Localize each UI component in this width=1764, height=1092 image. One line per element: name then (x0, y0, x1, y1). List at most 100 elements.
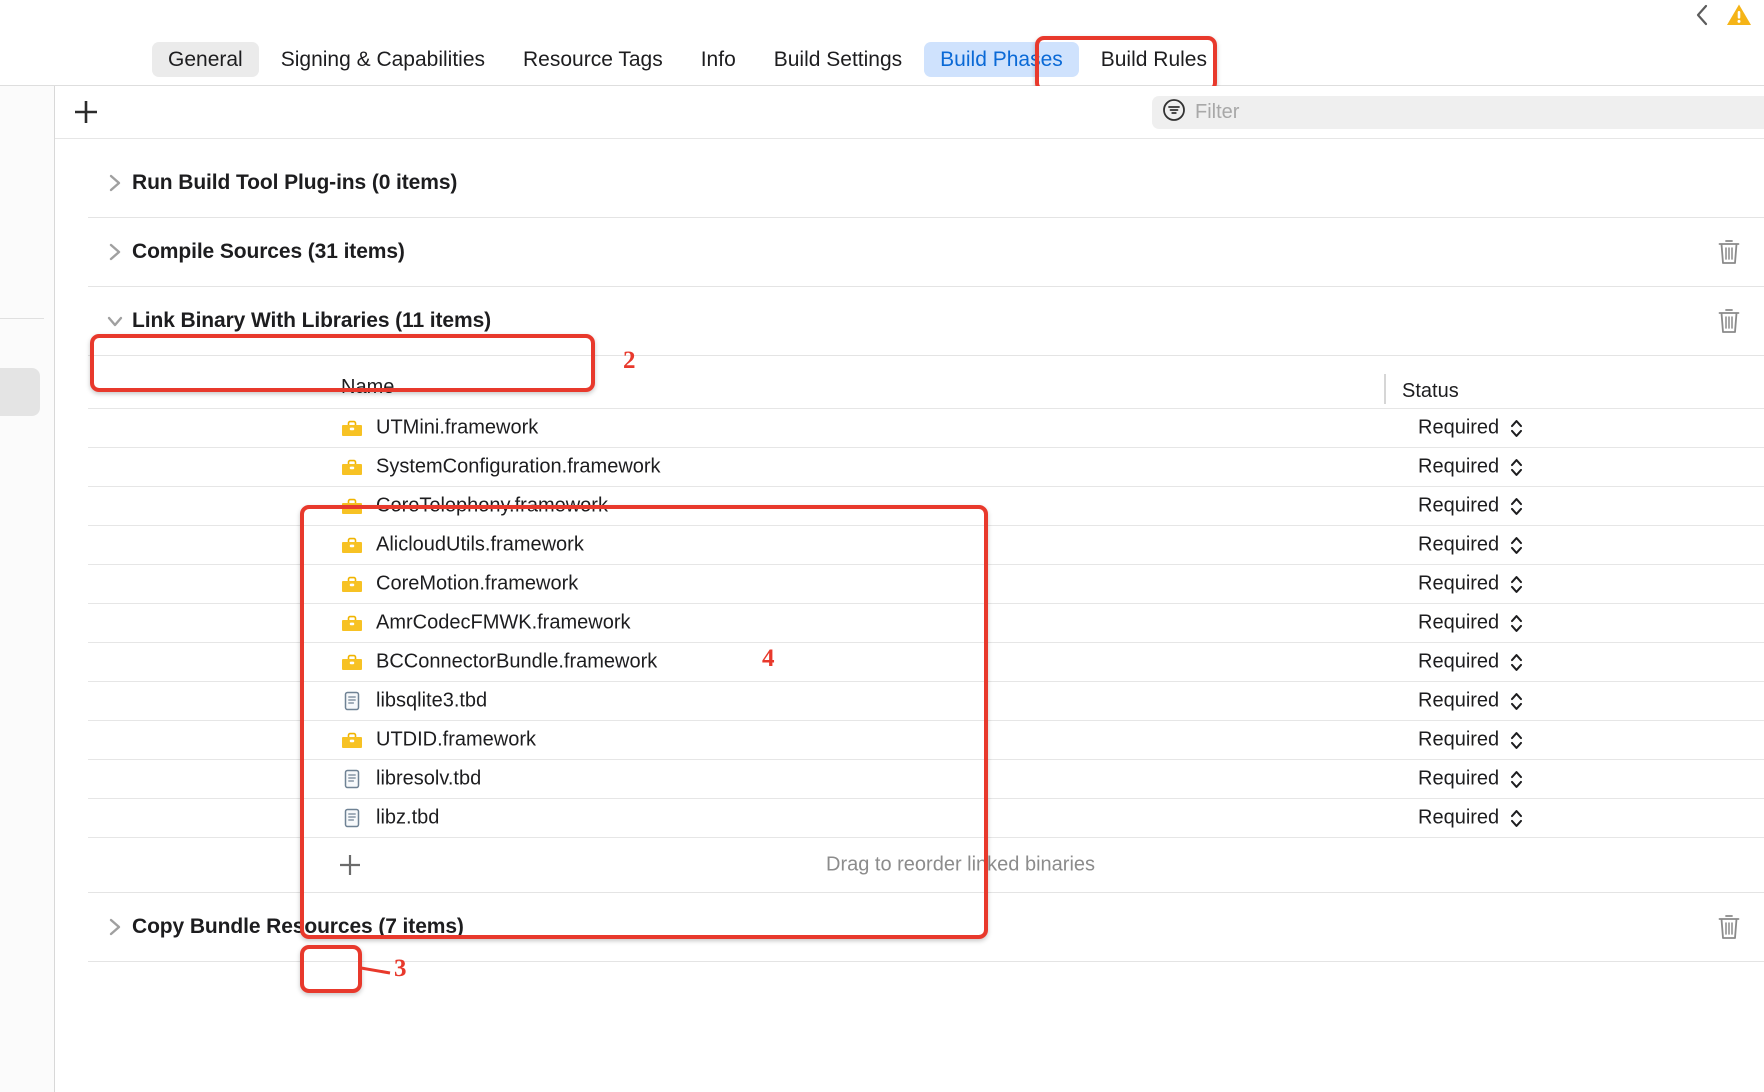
table-row[interactable]: SystemConfiguration.framework Required (88, 447, 1764, 486)
phase-row-copy-bundle-resources[interactable]: Copy Bundle Resources (7 items) (88, 893, 1764, 962)
status-stepper[interactable]: Required (1418, 417, 1524, 440)
filter-placeholder-text: Filter (1195, 101, 1240, 123)
library-name: UTMini.framework (376, 416, 539, 439)
framework-icon (341, 729, 363, 751)
status-value: Required (1418, 455, 1500, 478)
status-stepper[interactable]: Required (1418, 612, 1524, 635)
annotation-label-4: 4 (762, 645, 775, 672)
table-row[interactable]: AlicloudUtils.framework Required (88, 525, 1764, 564)
phase-row-link-binary-with-libraries[interactable]: Link Binary With Libraries (11 items) (88, 287, 1764, 356)
titlebar-right-controls (1692, 2, 1752, 28)
tab-build-settings[interactable]: Build Settings (758, 42, 918, 77)
warning-triangle-icon[interactable] (1726, 3, 1752, 27)
status-stepper[interactable]: Required (1418, 495, 1524, 518)
table-row[interactable]: CoreMotion.framework Required (88, 564, 1764, 603)
library-name: libresolv.tbd (376, 767, 482, 790)
table-row[interactable]: libz.tbd Required (88, 798, 1764, 837)
status-stepper[interactable]: Required (1418, 807, 1524, 830)
table-row[interactable]: UTMini.framework Required (88, 408, 1764, 447)
tab-signing-capabilities[interactable]: Signing & Capabilities (265, 42, 501, 77)
xcode-build-phases-window: General Signing & Capabilities Resource … (0, 0, 1764, 1092)
column-header-name: Name (341, 376, 395, 398)
framework-icon (341, 573, 363, 595)
phase-title: Compile Sources (31 items) (132, 240, 405, 263)
chevron-down-icon[interactable] (98, 313, 132, 329)
framework-icon (341, 495, 363, 517)
chevron-right-icon[interactable] (98, 917, 132, 937)
framework-icon (341, 612, 363, 634)
rail-chip-upper[interactable] (0, 368, 40, 416)
column-header-status: Status (1402, 380, 1459, 402)
rail-divider (0, 318, 44, 319)
phase-title: Run Build Tool Plug-ins (0 items) (132, 171, 458, 194)
chevron-updown-icon (1511, 614, 1523, 632)
library-name: SystemConfiguration.framework (376, 455, 661, 478)
library-name: UTDID.framework (376, 728, 537, 751)
chevron-updown-icon (1511, 536, 1523, 554)
framework-icon (341, 651, 363, 673)
library-name: libz.tbd (376, 806, 440, 829)
status-stepper[interactable]: Required (1418, 651, 1524, 674)
status-stepper[interactable]: Required (1418, 729, 1524, 752)
tbd-document-icon (341, 768, 363, 790)
status-stepper[interactable]: Required (1418, 534, 1524, 557)
library-name: AmrCodecFMWK.framework (376, 611, 631, 634)
framework-icon (341, 456, 363, 478)
table-row[interactable]: libsqlite3.tbd Required (88, 681, 1764, 720)
drag-reorder-hint: Drag to reorder linked binaries (826, 853, 1096, 876)
tbd-document-icon (341, 690, 363, 712)
table-row[interactable]: UTDID.framework Required (88, 720, 1764, 759)
tab-info[interactable]: Info (685, 42, 752, 77)
table-row[interactable]: AmrCodecFMWK.framework Required (88, 603, 1764, 642)
chevron-updown-icon (1511, 692, 1523, 710)
add-library-button[interactable] (332, 850, 368, 880)
status-value: Required (1418, 767, 1500, 790)
status-value: Required (1418, 416, 1500, 439)
content-top-spacer (88, 139, 1764, 149)
status-stepper[interactable]: Required (1418, 690, 1524, 713)
chevron-updown-icon (1511, 809, 1523, 827)
status-value: Required (1418, 806, 1500, 829)
chevron-updown-icon (1511, 731, 1523, 749)
chevron-right-icon[interactable] (98, 173, 132, 193)
phase-row-run-build-tool-plugins[interactable]: Run Build Tool Plug-ins (0 items) (88, 149, 1764, 218)
status-value: Required (1418, 650, 1500, 673)
column-header-status-group: Status (1384, 374, 1459, 404)
table-row[interactable]: libresolv.tbd Required (88, 759, 1764, 798)
add-build-phase-button[interactable] (70, 96, 102, 128)
chevron-updown-icon (1511, 653, 1523, 671)
library-table-header: Name Status (88, 356, 1764, 408)
status-stepper[interactable]: Required (1418, 456, 1524, 479)
library-name: CoreTelephony.framework (376, 494, 608, 517)
trash-icon[interactable] (1716, 912, 1742, 942)
annotation-leader-3 (360, 966, 391, 975)
status-value: Required (1418, 611, 1500, 634)
filter-icon (1162, 98, 1186, 127)
trash-icon[interactable] (1716, 306, 1742, 336)
library-table-footer: Drag to reorder linked binaries (88, 837, 1764, 893)
status-stepper[interactable]: Required (1418, 573, 1524, 596)
chevron-updown-icon (1511, 419, 1523, 437)
column-divider (1384, 374, 1386, 404)
chevron-updown-icon (1511, 497, 1523, 515)
status-value: Required (1418, 689, 1500, 712)
framework-icon (341, 534, 363, 556)
status-stepper[interactable]: Required (1418, 768, 1524, 791)
annotation-label-2: 2 (623, 347, 636, 374)
tab-build-phases[interactable]: Build Phases (924, 42, 1079, 77)
trash-icon[interactable] (1716, 237, 1742, 267)
filter-input[interactable]: Filter (1152, 96, 1764, 129)
inspector-tab-bar[interactable]: General Signing & Capabilities Resource … (0, 34, 1764, 86)
phase-row-compile-sources[interactable]: Compile Sources (31 items) (88, 218, 1764, 287)
chevron-right-icon[interactable] (98, 242, 132, 262)
phase-toolbar: Filter (55, 86, 1764, 139)
status-value: Required (1418, 533, 1500, 556)
table-row[interactable]: BCConnectorBundle.framework Required (88, 642, 1764, 681)
tab-general[interactable]: General (152, 42, 259, 77)
status-value: Required (1418, 494, 1500, 517)
tab-build-rules[interactable]: Build Rules (1085, 42, 1223, 77)
chevron-left-icon[interactable] (1692, 2, 1712, 28)
library-name: AlicloudUtils.framework (376, 533, 584, 556)
tab-resource-tags[interactable]: Resource Tags (507, 42, 679, 77)
table-row[interactable]: CoreTelephony.framework Required (88, 486, 1764, 525)
